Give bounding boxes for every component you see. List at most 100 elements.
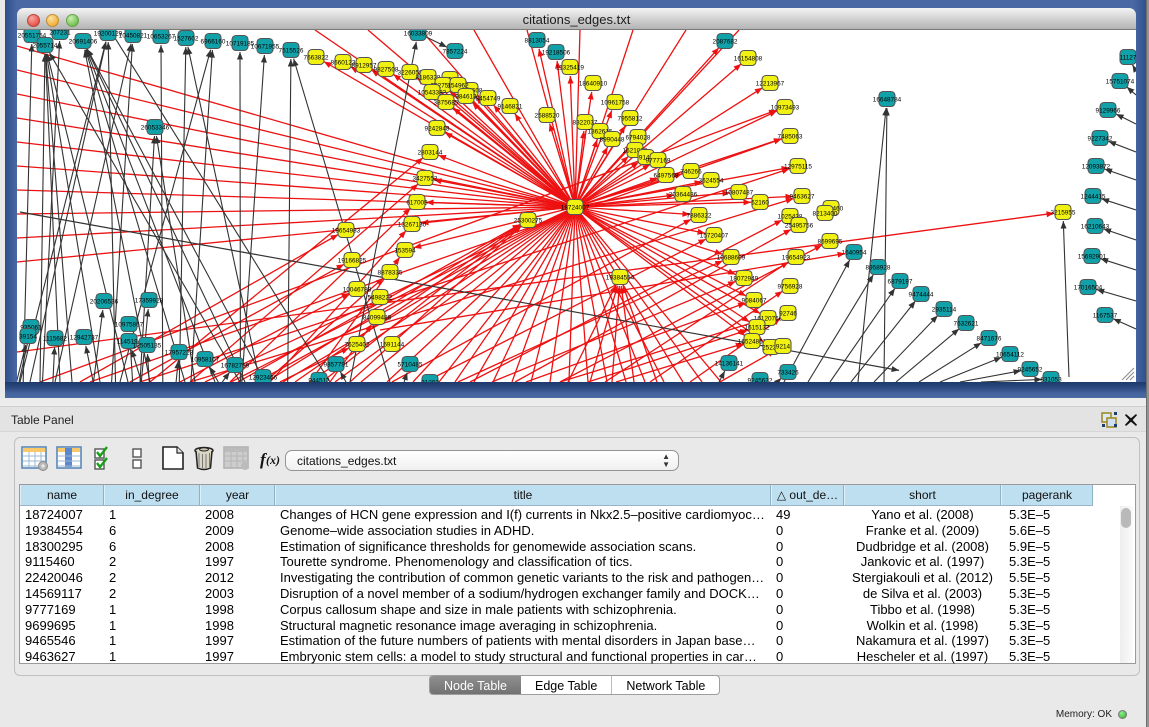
svg-text:19654983: 19654983 [332,227,361,234]
svg-text:7625402: 7625402 [345,341,370,348]
svg-text:11127: 11127 [1120,54,1136,61]
svg-text:7515526: 7515526 [279,47,304,54]
svg-text:5710485: 5710485 [398,361,423,368]
svg-text:9227342: 9227342 [1088,135,1113,142]
svg-text:10671955: 10671955 [251,43,280,50]
svg-text:10958107: 10958107 [191,356,220,363]
svg-text:9827508: 9827508 [374,66,399,73]
svg-text:3427552: 3427552 [413,175,438,182]
svg-text:9463627: 9463627 [790,193,815,200]
svg-text:(x): (x) [266,453,280,467]
svg-text:733426: 733426 [777,369,799,376]
svg-text:20364436: 20364436 [669,191,698,198]
svg-text:26053346: 26053346 [141,124,170,131]
svg-text:10961758: 10961758 [601,99,630,106]
svg-text:17016504: 17016504 [1074,284,1103,291]
svg-text:14136141: 14136141 [715,360,744,367]
svg-text:10973493: 10973493 [771,104,800,111]
svg-text:1615132: 1615132 [745,324,770,331]
svg-text:19654923: 19654923 [782,254,811,261]
svg-text:12923466: 12923466 [249,374,278,381]
svg-text:9084067: 9084067 [742,297,767,304]
svg-text:8454749: 8454749 [476,95,501,102]
svg-text:18640910: 18640910 [579,80,608,87]
svg-text:15720407: 15720407 [700,232,729,239]
svg-text:20206536: 20206536 [90,298,119,305]
svg-text:12942737: 12942737 [70,334,99,341]
svg-text:9214: 9214 [776,343,791,350]
svg-text:16648784: 16648784 [873,96,902,103]
svg-text:3624554: 3624554 [699,177,724,184]
svg-text:11325419: 11325419 [556,64,584,71]
svg-text:3215955: 3215955 [1051,209,1076,216]
svg-text:10807487: 10807487 [725,189,754,196]
svg-text:62160: 62160 [751,199,769,206]
svg-text:1115682: 1115682 [43,335,67,342]
svg-text:9245652: 9245652 [1018,366,1043,373]
svg-text:9129966: 9129966 [1096,107,1121,114]
svg-text:9242848: 9242848 [425,125,450,132]
svg-text:92746: 92746 [779,310,797,317]
svg-text:16154808: 16154808 [734,55,763,62]
svg-text:2087682: 2087682 [713,38,738,45]
svg-text:9857791: 9857791 [324,361,349,368]
svg-text:1527602: 1527602 [174,35,199,42]
svg-text:20691406: 20691406 [69,38,98,45]
svg-text:831053: 831053 [1040,376,1062,382]
svg-text:12505135: 12505135 [133,342,162,349]
svg-text:8699695: 8699695 [818,238,843,245]
svg-text:12213967: 12213967 [756,80,785,87]
svg-text:9245632: 9245632 [748,377,773,382]
svg-text:16782759: 16782759 [221,362,250,369]
svg-text:25495756: 25495756 [785,222,814,229]
svg-text:6966160: 6966160 [201,38,226,45]
svg-text:25300275: 25300275 [514,217,543,224]
svg-text:1691144: 1691144 [380,341,405,348]
svg-text:18072949: 18072949 [730,275,759,282]
svg-text:10450821: 10450821 [119,32,148,39]
svg-text:9474444: 9474444 [909,291,934,298]
svg-text:1244415: 1244415 [1081,193,1106,200]
svg-text:7632621: 7632621 [954,320,979,327]
svg-text:10975867: 10975867 [115,321,144,328]
svg-text:8878335: 8878335 [378,269,403,276]
svg-text:6497568: 6497568 [654,172,679,179]
svg-text:5498222: 5498222 [368,294,393,301]
svg-text:12093872: 12093872 [1082,163,1111,170]
svg-text:8958928: 8958928 [866,264,891,271]
svg-text:39154: 39154 [19,333,37,340]
svg-text:10653267: 10653267 [147,33,176,40]
svg-text:7886322: 7886322 [687,212,712,219]
svg-text:13267130: 13267130 [398,221,427,228]
svg-text:8213400: 8213400 [813,210,838,217]
svg-text:3875685: 3875685 [434,99,459,106]
svg-text:7485063: 7485063 [778,133,803,140]
svg-text:15692901: 15692901 [1078,253,1107,260]
svg-text:8813054: 8813054 [525,37,550,44]
svg-text:16210643: 16210643 [1081,223,1110,230]
svg-text:617005: 617005 [406,199,428,206]
svg-text:81203: 81203 [421,379,439,382]
svg-text:8471676: 8471676 [977,335,1002,342]
svg-text:9146821: 9146821 [498,103,523,110]
svg-text:1640954: 1640954 [842,249,867,256]
svg-text:1167537: 1167537 [1093,312,1118,319]
svg-text:84099488: 84099488 [363,314,392,321]
svg-text:12975115: 12975115 [784,163,812,170]
svg-text:2935114: 2935114 [932,306,957,313]
svg-text:19384554: 19384554 [606,274,635,281]
svg-text:207231: 207231 [49,30,71,36]
svg-text:746266: 746266 [680,168,702,175]
svg-text:6879197: 6879197 [888,278,913,285]
svg-text:18724007: 18724007 [561,204,590,211]
svg-text:19218506: 19218506 [542,49,571,56]
svg-text:8990448: 8990448 [600,136,625,143]
svg-text:2803144: 2803144 [418,149,443,156]
svg-text:7663822: 7663822 [304,54,329,61]
svg-text:16033809: 16033809 [404,30,433,37]
svg-text:17957223: 17957223 [165,349,194,356]
svg-text:15751074: 15751074 [1106,78,1135,85]
svg-text:2588520: 2588520 [535,112,560,119]
svg-text:944512: 944512 [308,377,330,382]
svg-text:10046788: 10046788 [343,286,372,293]
